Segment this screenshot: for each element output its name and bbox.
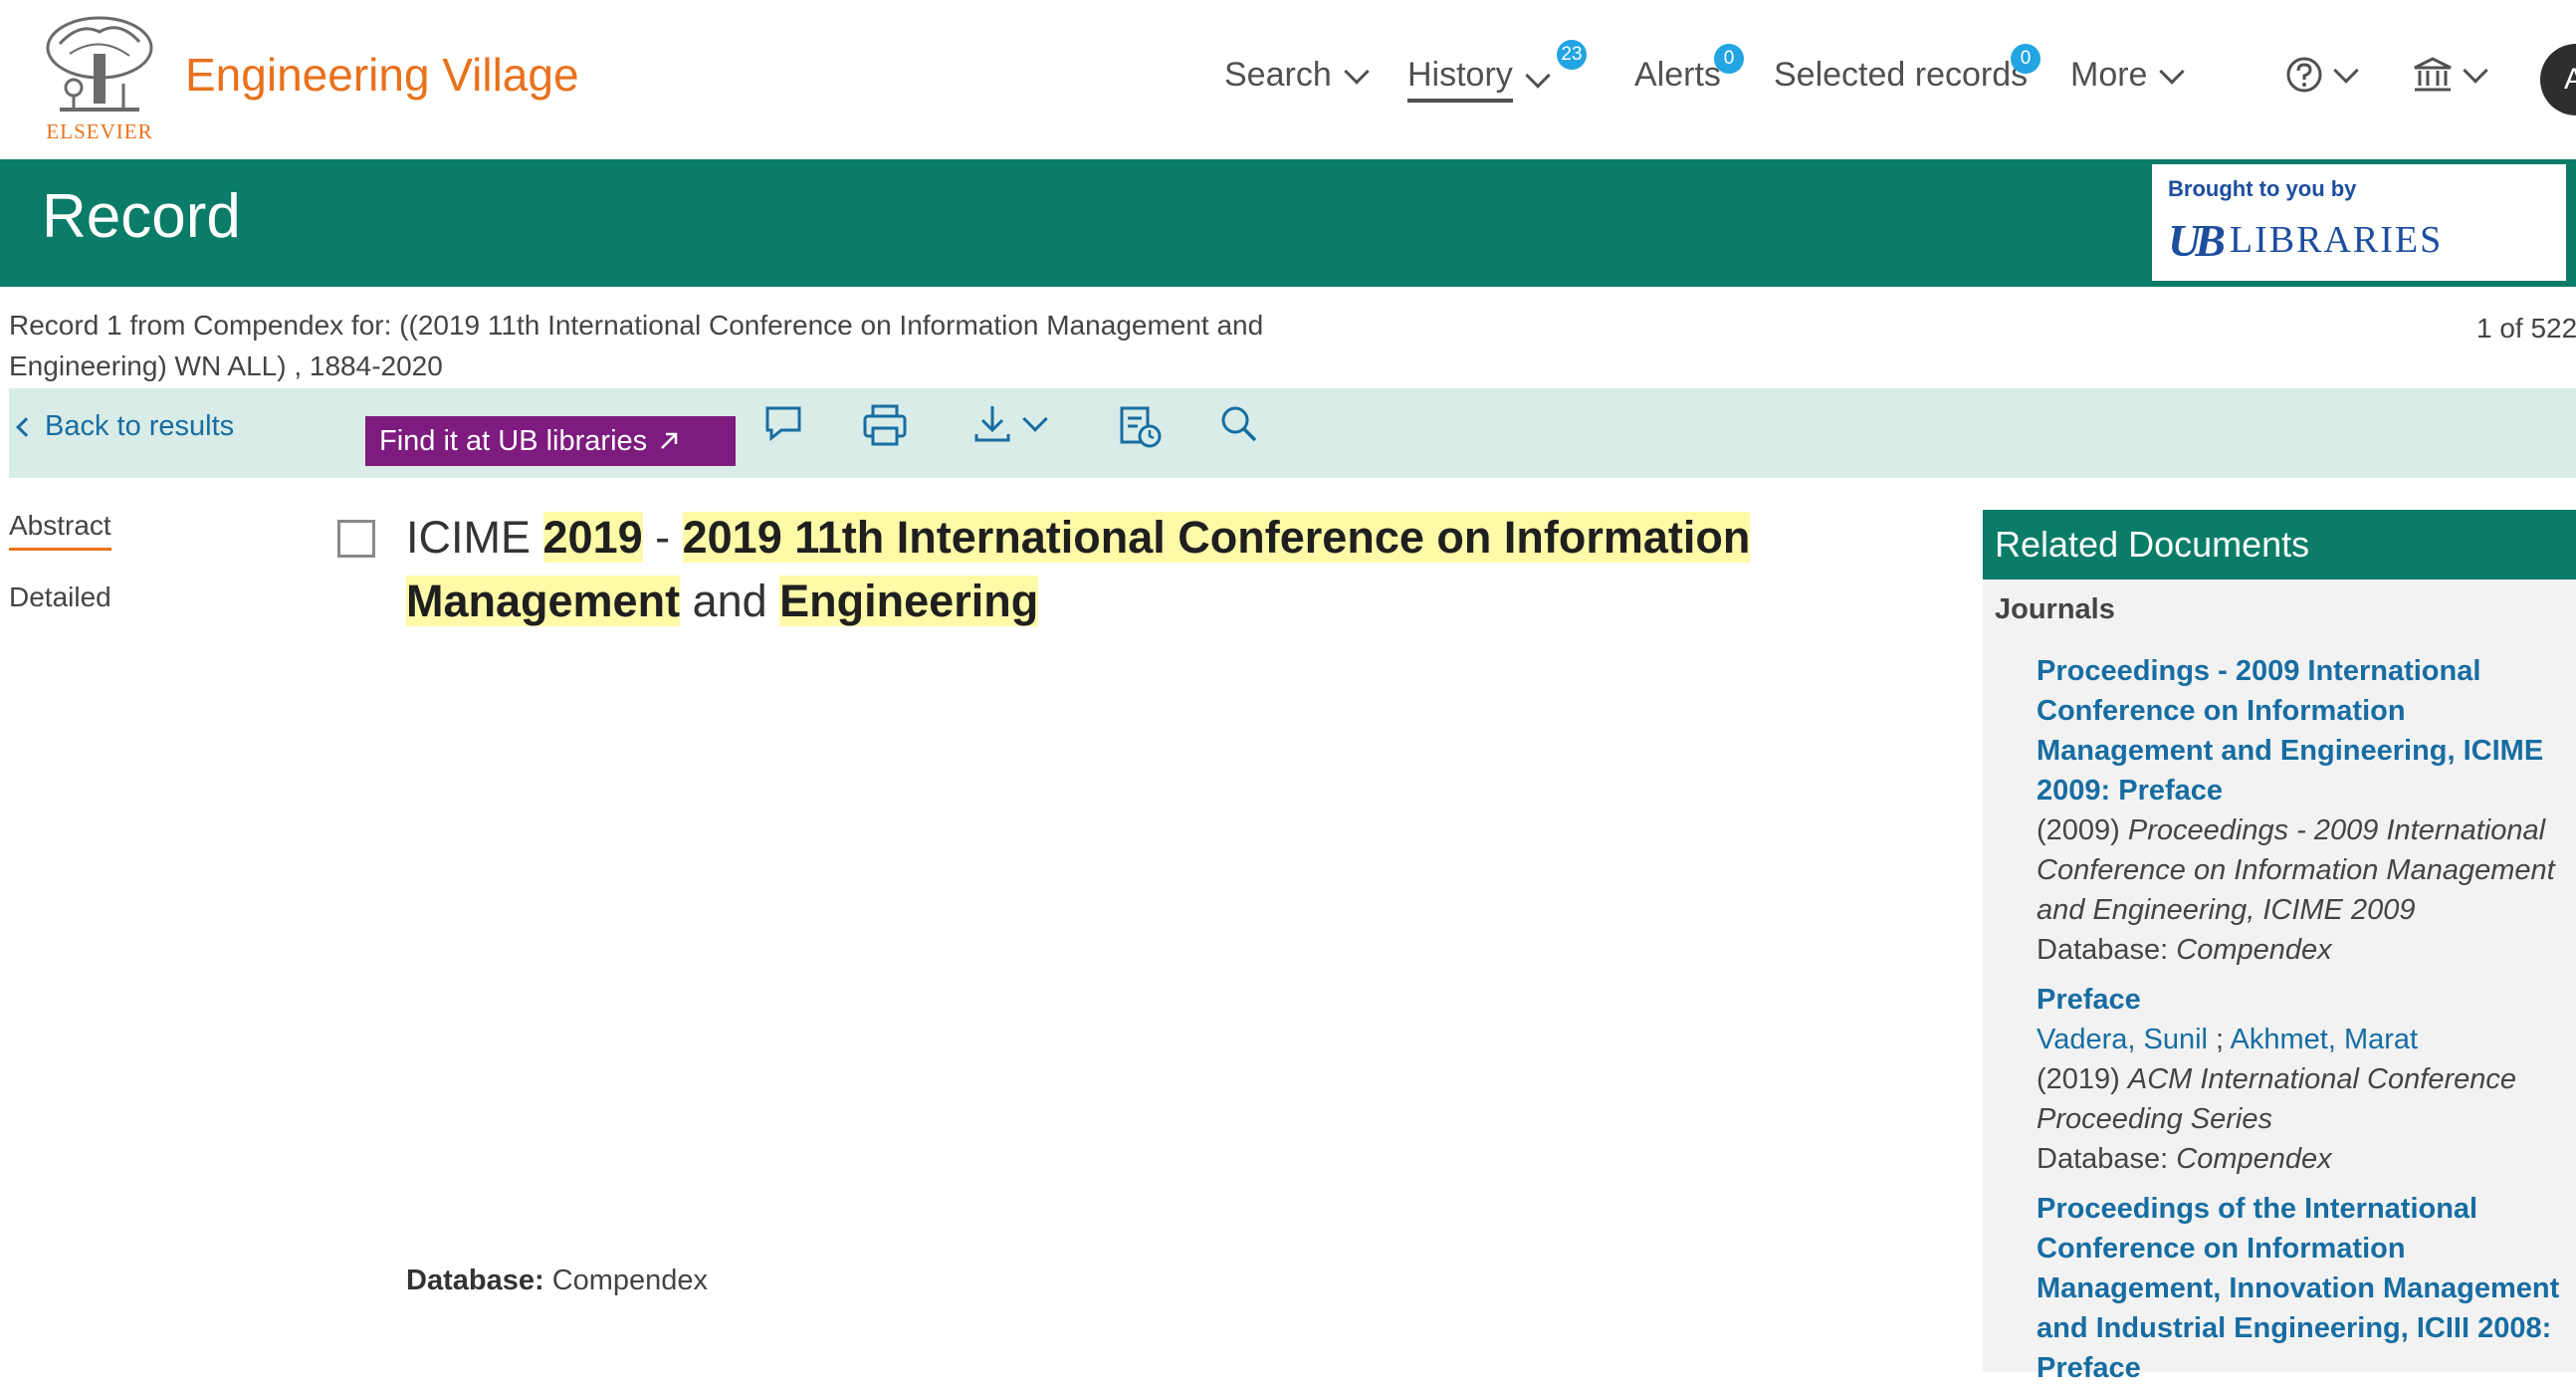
- nav-search-label: Search: [1224, 56, 1332, 94]
- nav-history-label: History: [1407, 56, 1513, 103]
- tab-detailed[interactable]: Detailed: [9, 581, 111, 613]
- selected-records-count-badge: 0: [2011, 44, 2040, 74]
- related-item-database-value: Compendex: [2176, 1143, 2332, 1175]
- related-item-database: Database: Compendex: [2037, 930, 2564, 970]
- author-link[interactable]: Akhmet, Marat: [2231, 1024, 2419, 1055]
- related-item: Preface Vadera, Sunil ; Akhmet, Marat (2…: [2037, 980, 2564, 1179]
- related-item-database-label: Database:: [2037, 934, 2169, 966]
- database-label: Database:: [406, 1265, 544, 1296]
- brought-to-you-by-label: Brought to you by: [2168, 176, 2357, 201]
- download-menu[interactable]: [972, 402, 1048, 446]
- related-item: Proceedings - 2009 International Confere…: [2037, 651, 2564, 970]
- nav-alerts[interactable]: Alerts: [1634, 56, 1721, 95]
- print-icon[interactable]: [861, 402, 909, 448]
- tab-abstract[interactable]: Abstract: [9, 510, 111, 551]
- comment-icon[interactable]: [761, 402, 805, 446]
- history-count-badge: 23: [1557, 40, 1587, 70]
- ub-libraries-logo: UB LIBRARIES: [2168, 214, 2444, 266]
- database-value: Compendex: [551, 1265, 709, 1296]
- related-item-title[interactable]: Proceedings of the International Confere…: [2037, 1189, 2564, 1388]
- record-title: ICIME 2019 - 2019 11th International Con…: [406, 506, 1939, 633]
- search-query-description: Record 1 from Compendex for: ((2019 11th…: [9, 310, 1264, 381]
- record-toolbar: Back to results Find it at UB libraries: [9, 388, 2576, 478]
- find-it-button[interactable]: Find it at UB libraries: [365, 416, 736, 466]
- title-part: Engineering: [779, 576, 1039, 626]
- nav-alerts-label: Alerts: [1634, 56, 1721, 94]
- related-item-year: (2019): [2037, 1063, 2120, 1095]
- title-part: ICIME: [406, 512, 543, 563]
- chevron-down-icon: [2463, 58, 2488, 84]
- related-item-year: (2009): [2037, 814, 2120, 846]
- title-part: -: [642, 512, 683, 563]
- title-part: 2019 11th International Conference on In…: [682, 512, 1751, 563]
- chevron-down-icon: [2333, 58, 2359, 84]
- journals-section-label: Journals: [1995, 593, 2115, 625]
- page-title: Record: [42, 182, 241, 251]
- save-to-folder-icon[interactable]: [1118, 402, 1164, 450]
- nav-selected-records-label: Selected records: [1774, 56, 2029, 94]
- back-to-results-label: Back to results: [45, 410, 235, 442]
- related-item-database-label: Database:: [2037, 1143, 2169, 1175]
- back-to-results-link[interactable]: Back to results: [16, 410, 235, 443]
- related-item-meta: (2009) Proceedings - 2009 International …: [2037, 810, 2564, 930]
- ub-mark: UB: [2168, 214, 2226, 266]
- nav-more[interactable]: More: [2070, 56, 2186, 95]
- related-item-meta: (2019) ACM International Conference Proc…: [2037, 1059, 2564, 1139]
- nav-more-label: More: [2070, 56, 2148, 94]
- chevron-down-icon: [2159, 58, 2186, 85]
- title-part: and: [680, 576, 780, 626]
- institution-branding[interactable]: Brought to you by UB LIBRARIES: [2150, 162, 2568, 283]
- author-link[interactable]: Vadera, Sunil: [2037, 1024, 2208, 1055]
- nav-selected-records[interactable]: Selected records: [1774, 56, 2028, 95]
- chevron-down-icon: [1022, 406, 1048, 432]
- brand-title[interactable]: Engineering Village: [185, 48, 579, 102]
- related-item-title[interactable]: Preface: [2037, 980, 2564, 1020]
- top-header: ELSEVIER Engineering Village Search Hist…: [0, 0, 2576, 159]
- record-position: 1 of 522: [2476, 313, 2576, 344]
- select-record-checkbox[interactable]: [337, 520, 375, 558]
- institution-menu[interactable]: [2413, 56, 2488, 94]
- find-it-label: Find it at UB libraries: [379, 424, 648, 457]
- nav-history[interactable]: History: [1407, 56, 1551, 103]
- title-part: 2019: [542, 512, 643, 563]
- help-menu[interactable]: [2285, 56, 2359, 94]
- institution-icon: [2414, 57, 2452, 92]
- search-icon[interactable]: [1217, 402, 1261, 446]
- nav-search[interactable]: Search: [1224, 56, 1370, 95]
- download-icon: [974, 406, 1010, 442]
- external-link-icon: [661, 432, 678, 449]
- chevron-left-icon: [16, 416, 36, 437]
- related-item: Proceedings of the International Confere…: [2037, 1189, 2564, 1388]
- related-documents-heading: Related Documents: [1983, 510, 2576, 579]
- help-icon: [2286, 57, 2322, 93]
- chevron-down-icon: [1344, 58, 1370, 85]
- elsevier-wordmark: ELSEVIER: [46, 119, 153, 143]
- alerts-count-badge: 0: [1714, 44, 1744, 74]
- related-item-database: Database: Compendex: [2037, 1139, 2564, 1179]
- user-avatar[interactable]: A: [2540, 44, 2576, 116]
- database-block: Database: Compendex: [406, 1261, 1919, 1300]
- related-item-title[interactable]: Proceedings - 2009 International Confere…: [2037, 651, 2564, 810]
- elsevier-tree-logo: [40, 14, 159, 114]
- related-item-authors: Vadera, Sunil ; Akhmet, Marat: [2037, 1024, 2419, 1055]
- related-documents-panel: Related Documents Journals Proceedings -…: [1983, 510, 2576, 1384]
- title-part: Management: [406, 576, 681, 626]
- libraries-label: LIBRARIES: [2229, 219, 2444, 261]
- chevron-down-icon: [1525, 62, 1551, 89]
- related-item-database-value: Compendex: [2176, 934, 2332, 966]
